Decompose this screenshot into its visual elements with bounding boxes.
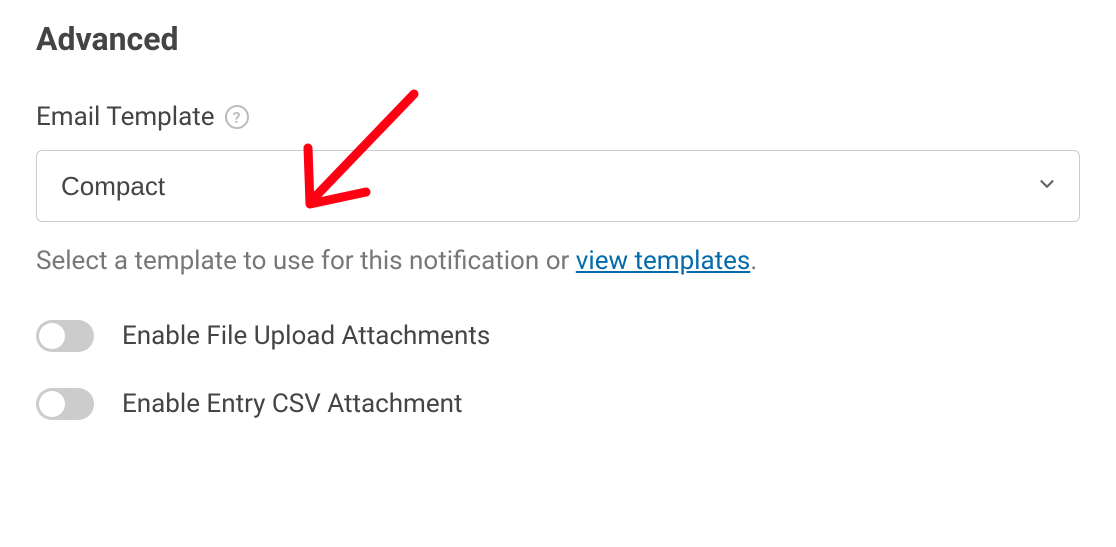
helper-suffix: . — [750, 246, 757, 276]
helper-prefix: Select a template to use for this notifi… — [36, 246, 576, 276]
toggle-row-entry-csv: Enable Entry CSV Attachment — [36, 388, 1080, 420]
toggle-knob — [39, 323, 65, 349]
view-templates-link[interactable]: view templates — [576, 246, 751, 276]
email-template-select-wrap: Compact — [36, 150, 1080, 222]
toggle-row-file-upload: Enable File Upload Attachments — [36, 320, 1080, 352]
section-heading: Advanced — [36, 20, 1080, 58]
entry-csv-toggle[interactable] — [36, 388, 94, 420]
entry-csv-toggle-label: Enable Entry CSV Attachment — [122, 389, 463, 419]
file-upload-toggle[interactable] — [36, 320, 94, 352]
email-template-label-row: Email Template ? — [36, 102, 1080, 132]
email-template-helper: Select a template to use for this notifi… — [36, 246, 1080, 276]
email-template-label: Email Template — [36, 102, 215, 132]
file-upload-toggle-label: Enable File Upload Attachments — [122, 321, 490, 351]
toggle-knob — [39, 391, 65, 417]
email-template-selected-value: Compact — [61, 171, 165, 201]
email-template-select[interactable]: Compact — [36, 150, 1080, 222]
help-icon[interactable]: ? — [225, 105, 249, 129]
